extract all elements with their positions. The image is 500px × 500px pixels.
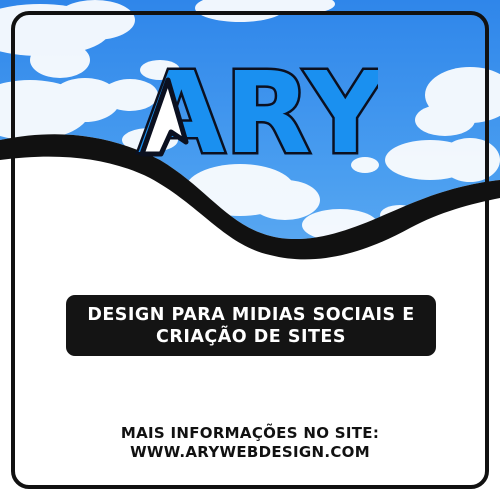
ad-canvas: ARY DESIGN PARA MIDIAS SOCIAIS E CRIAÇÃO…	[0, 0, 500, 500]
banner-line-1: DESIGN PARA MIDIAS SOCIAIS E	[87, 304, 415, 325]
services-banner: DESIGN PARA MIDIAS SOCIAIS E CRIAÇÃO DE …	[66, 295, 436, 356]
banner-line-2: CRIAÇÃO DE SITES	[156, 326, 346, 347]
info-heading: MAIS INFORMAÇÕES NO SITE:	[120, 424, 380, 442]
cloud	[415, 104, 475, 136]
website-url: WWW.ARYWEBDESIGN.COM	[130, 443, 370, 461]
contact-info: MAIS INFORMAÇÕES NO SITE: WWW.ARYWEBDESI…	[0, 424, 500, 462]
ary-logo: ARY	[136, 54, 379, 164]
cloud	[55, 0, 135, 40]
cloud	[440, 138, 500, 182]
cloud	[30, 42, 90, 78]
cloud	[250, 180, 320, 220]
